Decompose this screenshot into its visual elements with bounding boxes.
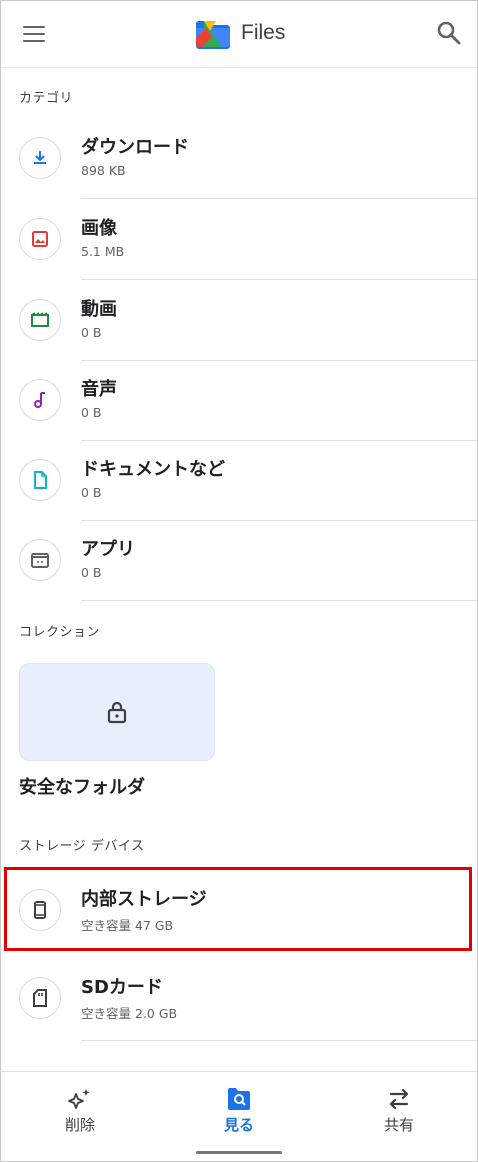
nav-browse[interactable]: 見る xyxy=(179,1072,299,1152)
collections-header: コレクション xyxy=(19,625,101,640)
category-apps[interactable]: アプリ 0 B xyxy=(1,521,477,601)
category-name: ダウンロード xyxy=(81,137,189,158)
share-icon xyxy=(389,1088,409,1110)
app-window: Files カテゴリ ダウンロード 898 KB 画像 5.1 MB 動画 0 … xyxy=(0,0,478,1162)
categories-header: カテゴリ xyxy=(19,91,74,106)
storage-sd-card[interactable]: SDカード 空き容量 2.0 GB xyxy=(1,959,477,1041)
nav-share[interactable]: 共有 xyxy=(339,1072,459,1152)
sd-card-icon xyxy=(19,977,61,1019)
category-documents[interactable]: ドキュメントなど 0 B xyxy=(1,441,477,521)
category-size: 898 KB xyxy=(81,163,126,178)
app-bar: Files xyxy=(1,1,477,68)
document-icon xyxy=(19,459,61,501)
nav-clean[interactable]: 削除 xyxy=(20,1072,140,1152)
category-size: 0 B xyxy=(81,405,102,420)
safe-folder-card[interactable] xyxy=(19,663,215,761)
category-size: 5.1 MB xyxy=(81,244,125,259)
category-name: 動画 xyxy=(81,299,117,320)
lock-icon xyxy=(107,701,127,724)
nav-label: 共有 xyxy=(383,1116,414,1134)
category-name: アプリ xyxy=(81,539,135,560)
storage-free: 空き容量 2.0 GB xyxy=(81,1006,178,1021)
storage-free: 空き容量 47 GB xyxy=(81,918,174,933)
app-icon xyxy=(19,539,61,581)
download-icon xyxy=(19,137,61,179)
image-icon xyxy=(19,218,61,260)
safe-folder-label: 安全なフォルダ xyxy=(19,777,145,798)
category-audio[interactable]: 音声 0 B xyxy=(1,361,477,441)
category-size: 0 B xyxy=(81,325,102,340)
category-videos[interactable]: 動画 0 B xyxy=(1,281,477,361)
storage-internal[interactable]: 内部ストレージ 空き容量 47 GB xyxy=(1,871,477,951)
storage-name: SDカード xyxy=(81,977,163,998)
nav-label: 見る xyxy=(223,1116,254,1134)
app-title: Files xyxy=(241,21,286,44)
category-images[interactable]: 画像 5.1 MB xyxy=(1,200,477,280)
search-icon[interactable] xyxy=(435,19,463,47)
video-icon xyxy=(19,299,61,341)
files-logo-icon xyxy=(196,21,230,49)
audio-icon xyxy=(19,379,61,421)
nav-label: 削除 xyxy=(64,1116,95,1134)
category-name: 音声 xyxy=(81,379,117,400)
phone-icon xyxy=(19,889,61,931)
category-size: 0 B xyxy=(81,565,102,580)
storage-name: 内部ストレージ xyxy=(81,889,207,910)
sparkle-icon xyxy=(68,1089,90,1109)
category-name: 画像 xyxy=(81,218,117,239)
category-downloads[interactable]: ダウンロード 898 KB xyxy=(1,119,477,199)
bottom-navigation: 削除 見る 共有 xyxy=(1,1071,477,1161)
home-indicator[interactable] xyxy=(196,1151,282,1154)
storage-header: ストレージ デバイス xyxy=(19,839,145,854)
browse-icon xyxy=(228,1088,250,1110)
category-size: 0 B xyxy=(81,485,102,500)
category-name: ドキュメントなど xyxy=(81,459,225,480)
menu-icon[interactable] xyxy=(21,21,47,47)
